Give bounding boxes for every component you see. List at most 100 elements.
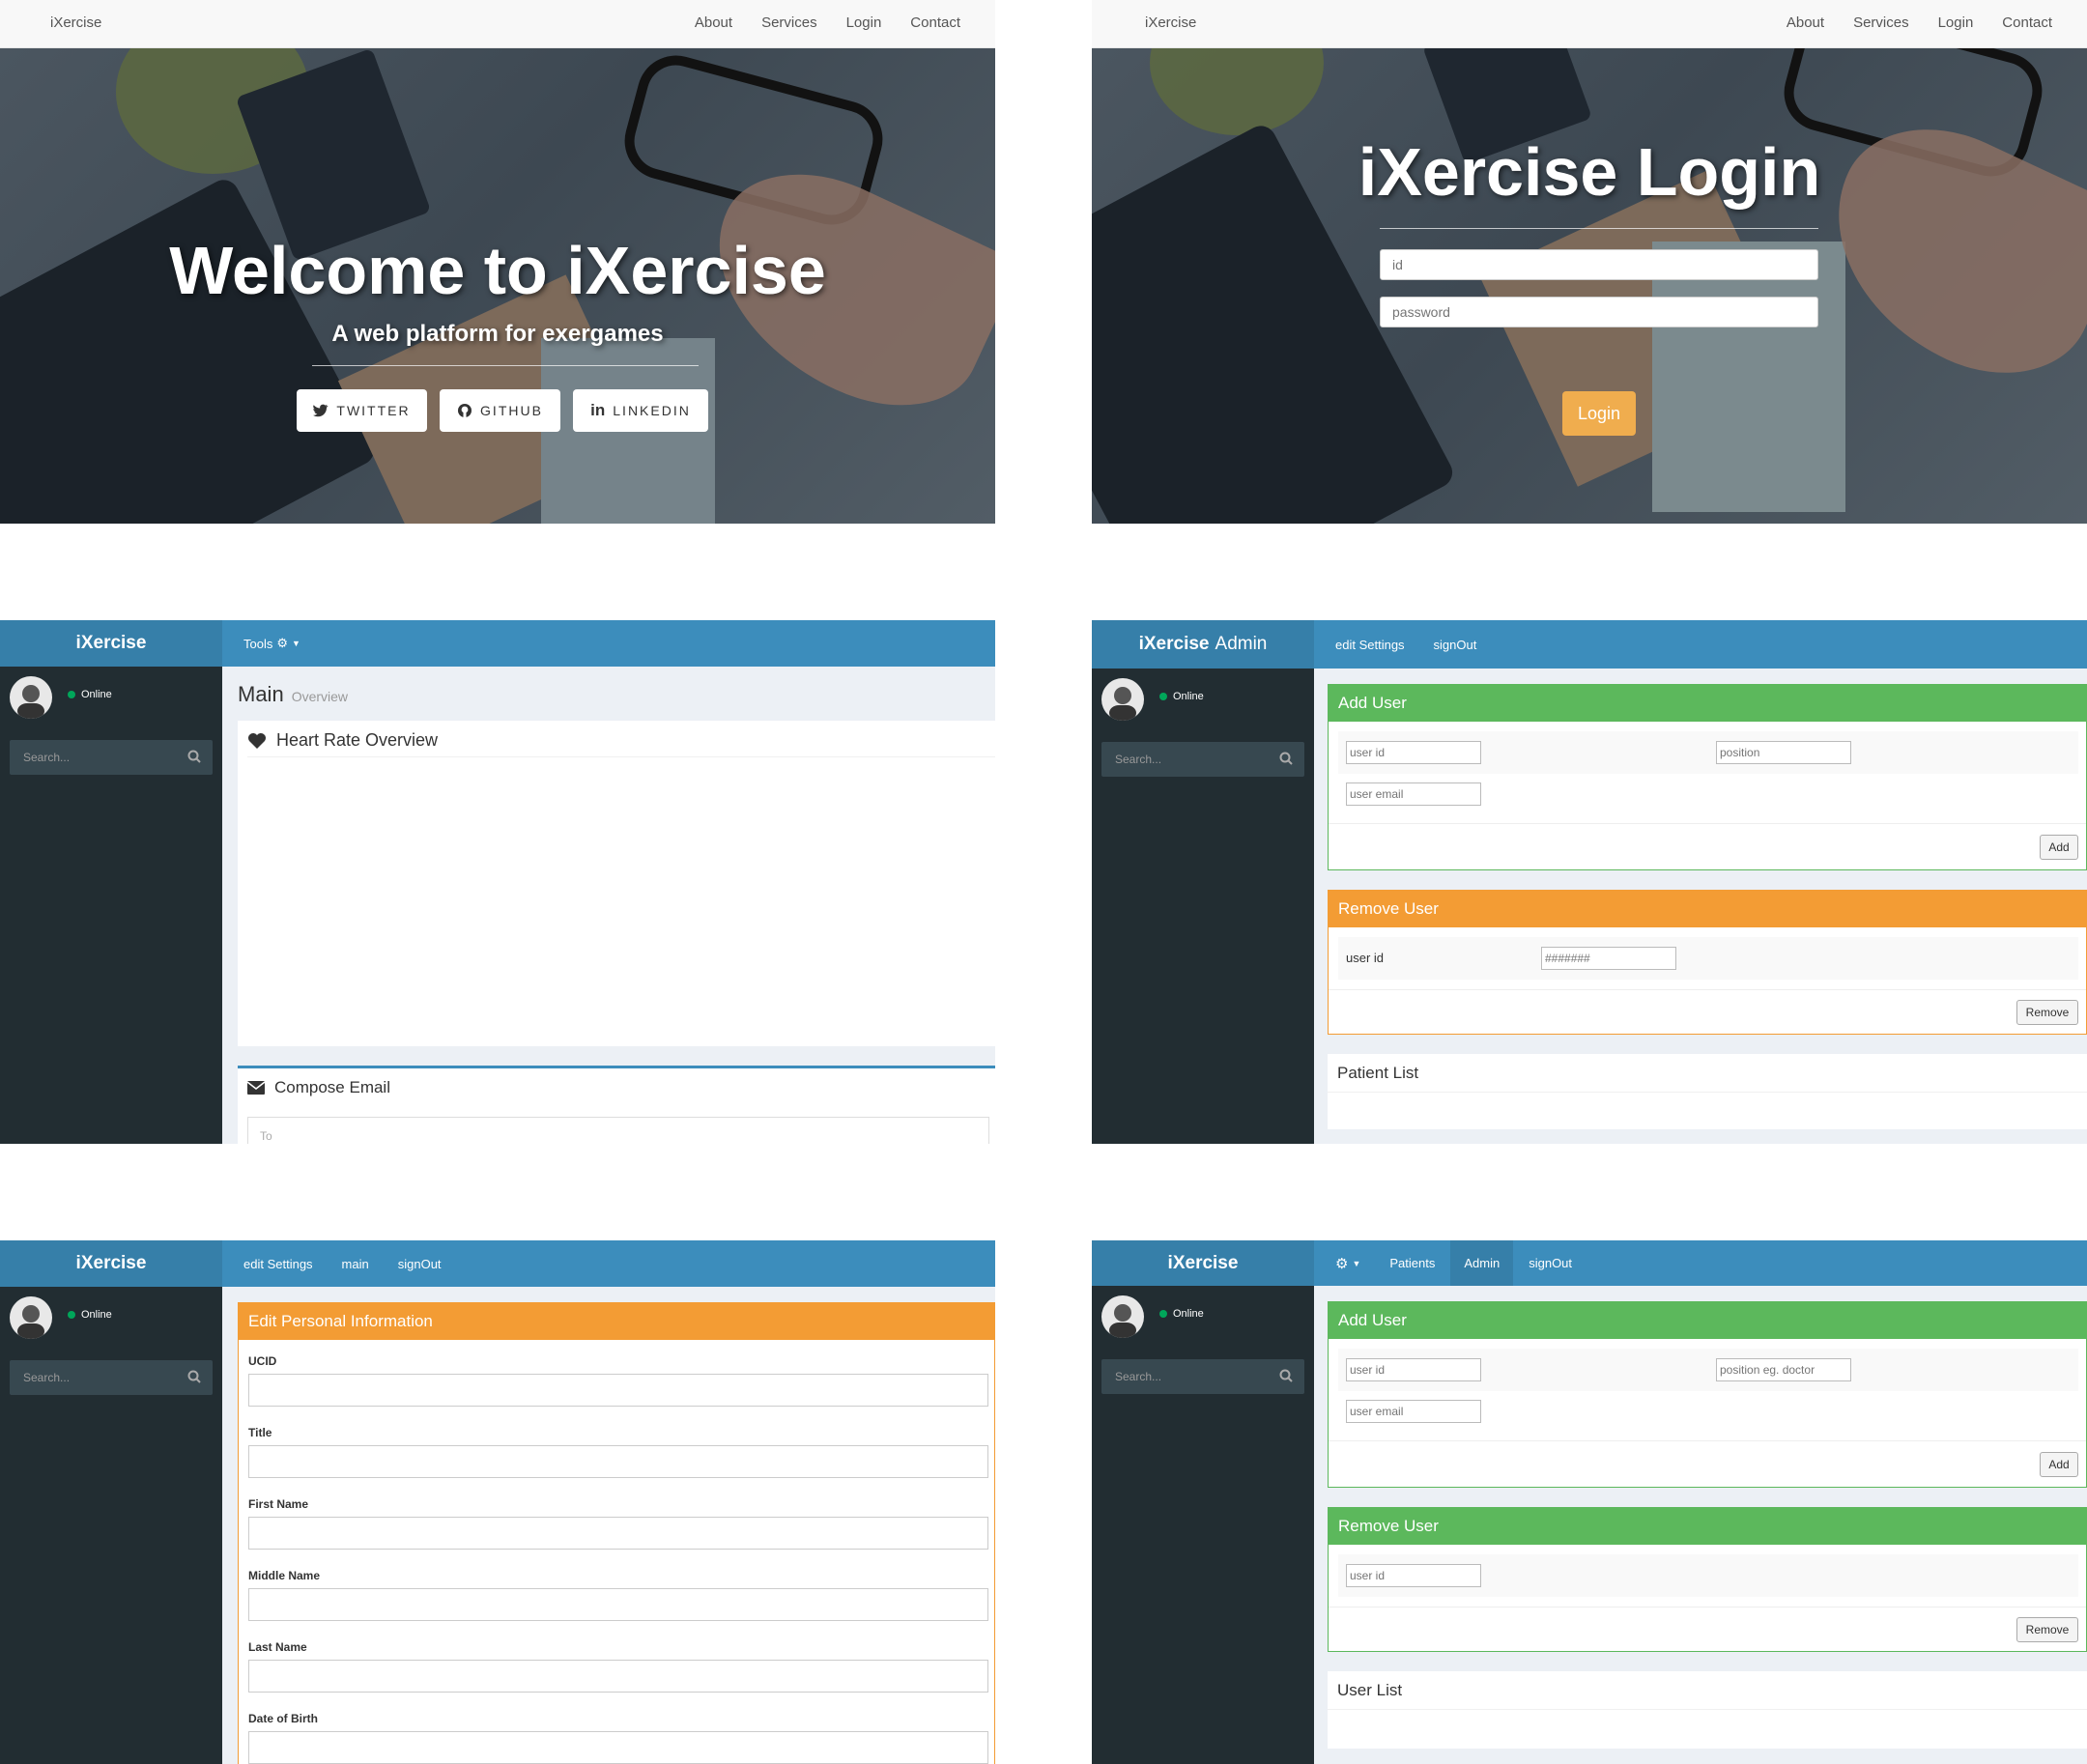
remove-button[interactable]: Remove [2016, 1617, 2078, 1642]
user-email-input[interactable] [1346, 782, 1481, 806]
first-name-input[interactable] [248, 1517, 988, 1550]
login-button[interactable]: Login [1562, 391, 1636, 436]
title-input[interactable] [248, 1445, 988, 1478]
ucid-input[interactable] [248, 1374, 988, 1407]
edit-settings-screen: iXercise edit Settings main signOut Onli… [0, 1240, 995, 1764]
search-icon[interactable] [187, 1370, 201, 1383]
linkedin-icon: in [590, 401, 606, 419]
position-input[interactable] [1716, 741, 1851, 764]
nav-edit-settings[interactable]: edit Settings [243, 1257, 313, 1271]
logo-light: Admin [1215, 634, 1268, 654]
search-icon[interactable] [1279, 752, 1293, 765]
remove-user-box: Remove User Remove [1328, 1507, 2087, 1652]
tools-dropdown[interactable]: Tools ⚙ ▼ [243, 636, 300, 651]
nav-about[interactable]: About [1787, 14, 1824, 31]
user-id-input[interactable] [1346, 741, 1481, 764]
patient-list-box: Patient List [1328, 1054, 2087, 1129]
sidebar-search[interactable]: Search... [1101, 1359, 1304, 1394]
password-input[interactable] [1380, 297, 1818, 327]
login-title: iXercise Login [1358, 134, 1821, 210]
top-navbar: iXercise About Services Login Contact [0, 0, 995, 48]
online-label: Online [81, 689, 112, 700]
twitter-button[interactable]: TWITTER [297, 389, 427, 432]
remove-user-id-input[interactable] [1541, 947, 1676, 970]
ucid-label: UCID [248, 1354, 277, 1368]
status-dot-icon [68, 1311, 75, 1319]
nav-contact[interactable]: Contact [910, 14, 960, 31]
remove-user-title: Remove User [1329, 1508, 2086, 1545]
nav-services[interactable]: Services [761, 14, 817, 31]
add-button[interactable]: Add [2040, 1452, 2078, 1477]
nav-patients[interactable]: Patients [1389, 1256, 1435, 1270]
add-user-title: Add User [1329, 1302, 2086, 1339]
compose-email-box: Compose Email To [238, 1066, 995, 1144]
search-icon[interactable] [1279, 1369, 1293, 1382]
search-input[interactable]: Search... [23, 751, 70, 764]
dob-input[interactable] [248, 1731, 988, 1764]
logo[interactable]: iXercise [1092, 1240, 1314, 1286]
compose-title: Compose Email [274, 1078, 390, 1096]
plant-pot-image [1150, 48, 1324, 135]
nav-signout[interactable]: signOut [398, 1257, 442, 1271]
github-button[interactable]: GITHUB [440, 389, 560, 432]
nav-contact[interactable]: Contact [2002, 14, 2052, 31]
hero-divider [312, 365, 699, 366]
hero-background: iXercise Login Login [1092, 48, 2087, 524]
caret-down-icon: ▼ [1352, 1258, 1361, 1268]
brand-link[interactable]: iXercise [1145, 14, 1196, 31]
user-email-input[interactable] [1346, 1400, 1481, 1423]
to-input[interactable]: To [247, 1117, 989, 1144]
paper-image [1652, 242, 1845, 512]
nav-about[interactable]: About [695, 14, 732, 31]
brand-link[interactable]: iXercise [50, 14, 101, 31]
login-screen: iXercise About Services Login Contact iX… [1092, 0, 2087, 524]
user-avatar [1101, 678, 1144, 721]
nav-signout[interactable]: signOut [1434, 638, 1477, 652]
heart-rate-title: Heart Rate Overview [276, 730, 439, 750]
user-avatar [1101, 1295, 1144, 1338]
box-divider [1329, 1440, 2086, 1441]
box-divider [1329, 989, 2086, 990]
logo[interactable]: iXercise [0, 1240, 222, 1287]
middle-name-input[interactable] [248, 1588, 988, 1621]
nav-main[interactable]: main [342, 1257, 369, 1271]
add-user-box: Add User Add [1328, 1301, 2087, 1488]
nav-admin[interactable]: Admin [1450, 1240, 1514, 1286]
add-user-title: Add User [1329, 685, 2086, 722]
nav-login[interactable]: Login [846, 14, 882, 31]
remove-user-id-input[interactable] [1346, 1564, 1481, 1587]
box-divider [1328, 1092, 2087, 1093]
sidebar-search[interactable]: Search... [10, 740, 213, 775]
nav-login[interactable]: Login [1938, 14, 1974, 31]
id-input[interactable] [1380, 249, 1818, 280]
search-input[interactable]: Search... [1115, 753, 1161, 766]
add-button[interactable]: Add [2040, 835, 2078, 860]
admin-content: Add User Add Remove User Remove User Lis… [1314, 1286, 2087, 1764]
top-header: iXercise Tools ⚙ ▼ [0, 620, 995, 667]
sidebar-search[interactable]: Search... [10, 1360, 213, 1395]
nav-signout[interactable]: signOut [1529, 1256, 1572, 1270]
search-input[interactable]: Search... [1115, 1370, 1161, 1383]
nav-services[interactable]: Services [1853, 14, 1909, 31]
twitter-icon [313, 404, 329, 417]
middle-name-label: Middle Name [248, 1569, 321, 1582]
page-title: Main [238, 682, 284, 706]
logo[interactable]: iXercise Admin [1092, 620, 1314, 669]
logo[interactable]: iXercise [0, 620, 222, 667]
online-status: Online [68, 689, 112, 700]
search-input[interactable]: Search... [23, 1371, 70, 1384]
add-user-box: Add User Add [1328, 684, 2087, 870]
remove-button[interactable]: Remove [2016, 1000, 2078, 1025]
position-input[interactable] [1716, 1358, 1851, 1381]
nav-edit-settings[interactable]: edit Settings [1335, 638, 1405, 652]
linkedin-button[interactable]: in LINKEDIN [573, 389, 708, 432]
hero-subtitle: A web platform for exergames [331, 321, 664, 347]
status-dot-icon [1159, 1310, 1167, 1318]
sidebar: Online Search... [1092, 1286, 1314, 1764]
settings-dropdown[interactable]: ⚙ ▼ [1335, 1255, 1360, 1272]
to-placeholder: To [260, 1129, 272, 1143]
last-name-input[interactable] [248, 1660, 988, 1693]
user-id-input[interactable] [1346, 1358, 1481, 1381]
sidebar-search[interactable]: Search... [1101, 742, 1304, 777]
search-icon[interactable] [187, 750, 201, 763]
